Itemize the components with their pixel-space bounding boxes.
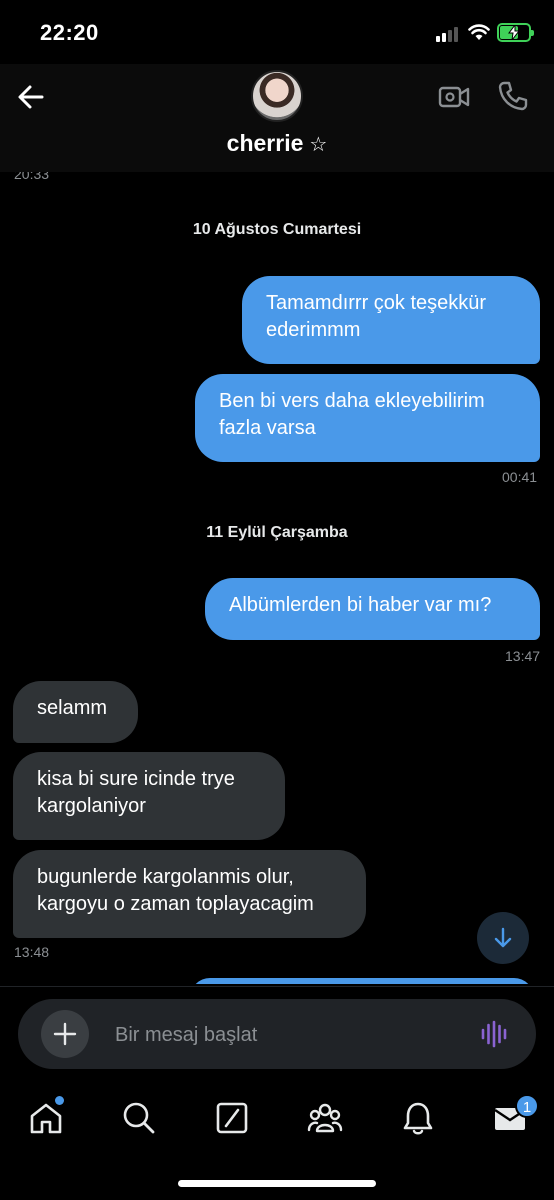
outgoing-message[interactable]: Ben bi vers daha ekleyebilirim fazla var… <box>195 374 540 462</box>
incoming-message[interactable]: kisa bi sure icinde trye kargolaniyor <box>13 752 285 840</box>
outgoing-message-partial[interactable] <box>190 978 534 984</box>
message-thread[interactable]: 20:33 10 Ağustos Cumartesi Tamamdırrr ço… <box>0 172 554 984</box>
notifications-icon[interactable] <box>400 1100 436 1136</box>
search-icon[interactable] <box>121 1100 157 1136</box>
status-time: 22:20 <box>40 20 99 45</box>
plus-icon <box>53 1022 77 1046</box>
composer-area <box>0 986 554 1086</box>
message-composer <box>18 999 536 1069</box>
message-timestamp: 00:41 <box>502 469 538 485</box>
home-indicator[interactable] <box>178 1180 376 1187</box>
phone-icon[interactable] <box>497 80 529 112</box>
outgoing-message[interactable]: Albümlerden bi haber var mı? <box>205 578 540 640</box>
incoming-message[interactable]: selamm <box>13 681 138 743</box>
cellular-signal-icon <box>436 26 462 42</box>
arrow-left-icon[interactable] <box>14 80 48 114</box>
message-timestamp: 13:47 <box>505 648 541 664</box>
star-icon: ☆ <box>309 134 328 156</box>
contact-name-text: cherrie <box>226 130 304 156</box>
grok-icon[interactable] <box>214 1100 250 1136</box>
home-notification-dot <box>55 1096 64 1105</box>
scroll-to-bottom-button[interactable] <box>477 912 529 964</box>
status-bar: 22:20 <box>0 0 554 64</box>
voice-waveform-icon[interactable] <box>480 1020 510 1048</box>
battery-icon <box>497 23 534 42</box>
wifi-icon <box>468 24 490 40</box>
avatar[interactable] <box>251 70 303 122</box>
message-timestamp: 13:48 <box>14 944 50 960</box>
communities-icon[interactable] <box>307 1100 343 1136</box>
home-icon[interactable] <box>28 1100 64 1136</box>
message-timestamp: 20:33 <box>14 172 50 182</box>
conversation-header: cherrie ☆ <box>0 64 554 172</box>
incoming-message[interactable]: bugunlerde kargolanmis olur, kargoyu o z… <box>13 850 366 938</box>
date-separator: 11 Eylül Çarşamba <box>206 524 348 541</box>
add-attachment-button[interactable] <box>41 1010 89 1058</box>
message-input[interactable] <box>115 1021 455 1049</box>
video-camera-icon[interactable] <box>438 82 470 112</box>
outgoing-message[interactable]: Tamamdırrr çok teşekkür ederimmm <box>242 276 540 364</box>
contact-name[interactable]: cherrie ☆ <box>0 130 554 157</box>
arrow-down-icon <box>494 927 512 948</box>
messages-badge: 1 <box>515 1094 539 1118</box>
date-separator: 10 Ağustos Cumartesi <box>192 221 362 238</box>
